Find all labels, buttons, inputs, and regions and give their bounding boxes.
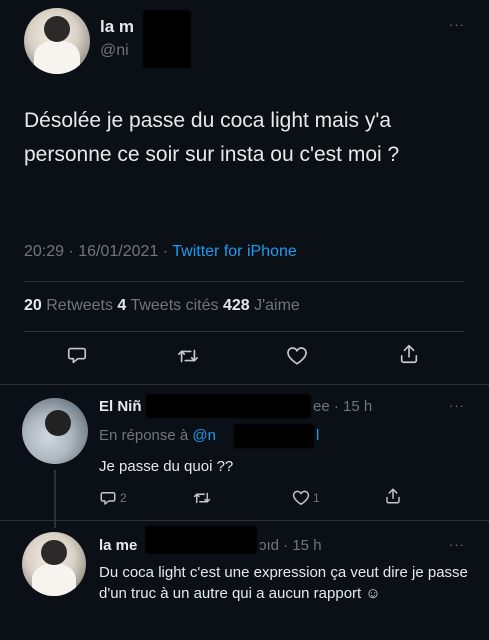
redaction-block bbox=[143, 10, 191, 68]
retweets-count: 20 bbox=[24, 297, 42, 314]
reply1-author-name[interactable]: El Niñ bbox=[99, 398, 142, 415]
likes-count: 428 bbox=[222, 297, 250, 314]
reply1-reply-to-handle[interactable]: @n bbox=[192, 427, 216, 444]
retweets-label: Retweets bbox=[41, 297, 118, 314]
share-icon[interactable] bbox=[398, 343, 420, 365]
reply2-author-name[interactable]: la me bbox=[99, 537, 137, 554]
retweets-stat[interactable]: 20 Retweets bbox=[24, 297, 117, 314]
main-author-handle[interactable]: @ni bbox=[100, 42, 129, 60]
likes-label: J'aime bbox=[249, 297, 300, 314]
main-more-options-icon[interactable]: ··· bbox=[449, 17, 465, 32]
reply2-text: Du coca light c'est une expression ça ve… bbox=[99, 564, 468, 602]
main-author-name[interactable]: la m bbox=[100, 17, 134, 37]
reply1-more-options-icon[interactable]: ··· bbox=[449, 398, 465, 413]
main-tweet-timestamp-line: 20:29 · 16/01/2021 · Twitter for iPhone bbox=[24, 243, 297, 261]
quotes-stat[interactable]: 4 Tweets cités bbox=[117, 297, 223, 314]
reply2-more-options-icon[interactable]: ··· bbox=[449, 537, 465, 552]
reply1-reply-icon[interactable] bbox=[99, 489, 117, 507]
reply2-author-avatar[interactable] bbox=[22, 532, 86, 596]
reply1-text: Je passe du quoi ?? bbox=[99, 458, 234, 475]
divider bbox=[0, 520, 489, 521]
redaction-block bbox=[234, 424, 314, 448]
reply1-reply-to-label: En réponse à bbox=[99, 427, 193, 444]
main-tweet-time[interactable]: 20:29 · 16/01/2021 · bbox=[24, 243, 172, 260]
redaction-block bbox=[145, 526, 257, 554]
reply-icon[interactable] bbox=[66, 344, 88, 366]
main-tweet-stats: 20 Retweets 4 Tweets cités 428 J'aime bbox=[24, 297, 300, 315]
main-tweet-source[interactable]: Twitter for iPhone bbox=[172, 243, 297, 260]
divider bbox=[24, 331, 464, 332]
reply1-meta: ee · 15 h bbox=[313, 398, 373, 415]
redaction-block bbox=[146, 394, 311, 418]
reply1-reply-to: En réponse à @n bbox=[99, 427, 216, 444]
likes-stat[interactable]: 428 J'aime bbox=[223, 297, 300, 314]
divider bbox=[0, 384, 489, 385]
reply1-retweet-icon[interactable] bbox=[192, 489, 212, 507]
quotes-count: 4 bbox=[117, 297, 127, 314]
reply1-like-count: 1 bbox=[313, 491, 320, 505]
reply1-share-icon[interactable] bbox=[384, 487, 402, 505]
reply1-heart-icon[interactable] bbox=[292, 489, 310, 506]
main-author-avatar[interactable] bbox=[24, 8, 90, 74]
reply1-author-avatar[interactable] bbox=[22, 398, 88, 464]
reply1-reply-count: 2 bbox=[120, 491, 127, 505]
reply1-reply-to-tail: l bbox=[316, 427, 320, 444]
divider bbox=[24, 281, 464, 282]
retweet-icon[interactable] bbox=[176, 345, 200, 367]
heart-icon[interactable] bbox=[286, 345, 308, 366]
quotes-label: Tweets cités bbox=[126, 297, 223, 314]
main-tweet-text: Désolée je passe du coca light mais y'a … bbox=[24, 109, 400, 166]
reply2-meta: ɔıd · 15 h bbox=[259, 537, 322, 554]
